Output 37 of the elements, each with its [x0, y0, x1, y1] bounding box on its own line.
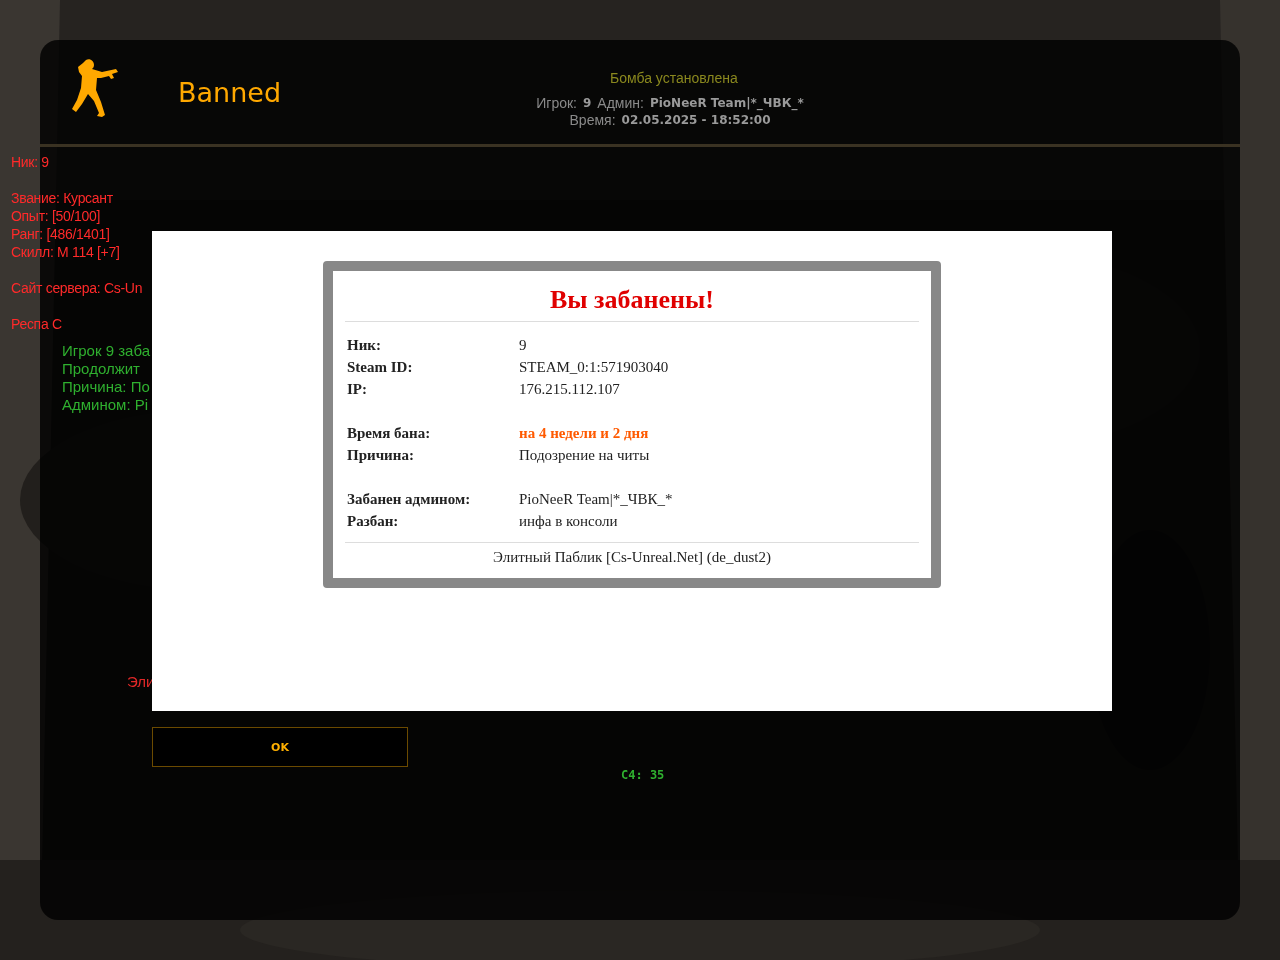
field-value: STEAM_0:1:571903040: [519, 358, 669, 377]
info-value: 9: [583, 95, 592, 112]
chat-message: Админом: Pi: [62, 396, 150, 414]
field-value: Подозрение на читы: [519, 446, 650, 465]
notice-text: Бомба установлена: [610, 70, 738, 86]
field-label: Ник:: [347, 336, 382, 355]
chat-message: Продолжит: [62, 360, 141, 378]
field-label: IP:: [347, 380, 368, 399]
ban-title: Вы забанены!: [345, 275, 919, 322]
field-value: инфа в консоли: [519, 512, 618, 531]
field-value: 176.215.112.107: [519, 380, 620, 399]
hud-text: Ранг: [486/1401]: [11, 225, 111, 243]
hud-text: Ник: 9: [11, 153, 50, 171]
ok-button[interactable]: OK: [152, 727, 408, 767]
bomb-timer: C4: 35: [621, 768, 665, 782]
field-label: Причина:: [347, 446, 415, 465]
hud-text: Опыт: [50/100]: [11, 207, 102, 225]
window-title: Banned: [178, 76, 282, 108]
hud-text: Звание: Курсант: [11, 189, 114, 207]
hud-text: Респа С: [11, 315, 63, 333]
field-value: PioNeeR Team|*_ЧВК_*: [519, 490, 673, 509]
hud-text: Скилл: M 114 [+7]: [11, 243, 121, 261]
info-value: PioNeeR Team|*_ЧВК_*: [649, 95, 804, 112]
chat-message: Игрок 9 заба: [62, 342, 150, 360]
info-label: Игрок:: [536, 95, 577, 112]
field-label: Разбан:: [347, 512, 400, 531]
field-label: Забанен админом:: [347, 490, 472, 509]
info-value: 02.05.2025 - 18:52:00: [621, 112, 771, 129]
info-label: Админ:: [597, 95, 644, 112]
field-label: Время бана:: [347, 424, 432, 443]
hud-text: Сайт сервера: Cs-Un: [11, 279, 143, 297]
chat-message: Причина: По: [62, 378, 150, 396]
field-value: 9: [519, 336, 527, 355]
field-label: Steam ID:: [347, 358, 414, 377]
field-value: на 4 недели и 2 дня: [519, 424, 649, 443]
server-name: Элитный Паблик [Cs-Unreal.Net] (de_dust2): [345, 542, 919, 566]
info-label: Время:: [569, 112, 616, 129]
